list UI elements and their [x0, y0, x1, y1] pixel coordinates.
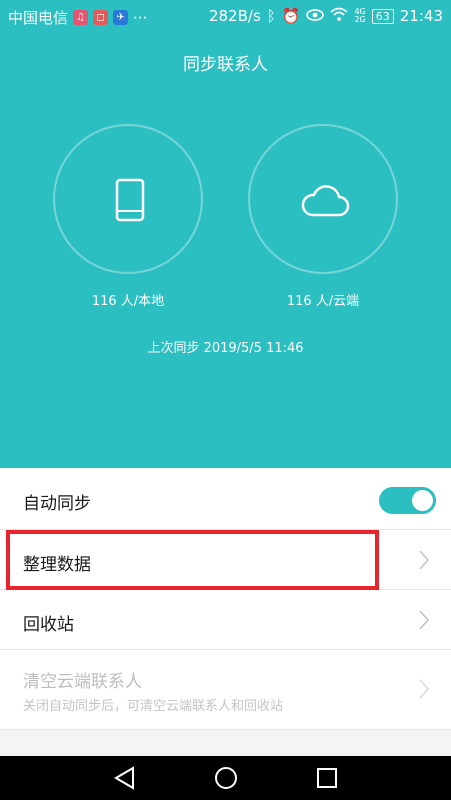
cloud-contacts-circle — [248, 124, 398, 274]
nav-recents-icon[interactable] — [315, 766, 339, 790]
auto-sync-toggle[interactable] — [379, 487, 436, 514]
clear-cloud-contacts-label: 清空云端联系人 — [23, 672, 142, 692]
chevron-right-icon — [419, 550, 429, 570]
auto-sync-label: 自动同步 — [23, 494, 91, 514]
battery-indicator: 63 — [371, 8, 394, 24]
toggle-knob — [412, 490, 433, 511]
navigation-bar — [0, 756, 451, 800]
status-bar-right: 282B/s ᛒ ⏰ 4G 2G 63 21:43 — [209, 7, 443, 25]
clock: 21:43 — [399, 7, 443, 25]
wifi-icon — [330, 7, 349, 25]
signal-type-2g: 2G — [354, 15, 366, 24]
local-contact-count: 116 人/本地 — [91, 294, 165, 309]
recycle-bin-row[interactable]: 回收站 — [0, 590, 451, 650]
page-title: 同步联系人 — [183, 55, 268, 75]
alarm-icon: ⏰ — [281, 7, 301, 25]
carrier-name: 中国电信 — [8, 9, 69, 27]
phone-icon — [115, 178, 145, 222]
signal-type: 4G 2G — [354, 8, 365, 24]
sports-app-icon: ✈ — [113, 10, 129, 25]
bluetooth-icon: ᛒ — [266, 7, 276, 25]
local-contacts-circle — [53, 124, 203, 274]
status-bar: 中国电信 ♫ ◻ ✈ ··· 282B/s ᛒ ⏰ 4G 2G 63 21:43 — [0, 0, 451, 32]
nav-back-icon[interactable] — [113, 766, 137, 790]
status-bar-left: 中国电信 ♫ ◻ ✈ ··· — [8, 7, 147, 28]
last-sync-time: 上次同步 2019/5/5 11:46 — [147, 341, 304, 356]
clear-cloud-contacts-description: 关闭自动同步后，可清空云端联系人和回收站 — [23, 699, 284, 714]
chevron-right-icon — [419, 679, 429, 699]
cloud-icon — [301, 185, 350, 217]
cloud-contact-count: 116 人/云端 — [286, 294, 360, 309]
highlight-box — [6, 530, 379, 590]
more-notifications-icon: ··· — [133, 8, 148, 27]
notification-app-icon: ◻ — [93, 10, 109, 25]
recycle-bin-label: 回收站 — [23, 615, 74, 635]
auto-sync-row: 自动同步 — [0, 468, 451, 530]
network-speed: 282B/s — [208, 7, 261, 25]
chevron-right-icon — [419, 610, 429, 630]
music-app-icon: ♫ — [73, 10, 89, 25]
clear-cloud-contacts-row[interactable]: 清空云端联系人 关闭自动同步后，可清空云端联系人和回收站 — [0, 650, 451, 730]
eye-comfort-icon — [306, 7, 325, 25]
nav-home-icon[interactable] — [214, 766, 238, 790]
